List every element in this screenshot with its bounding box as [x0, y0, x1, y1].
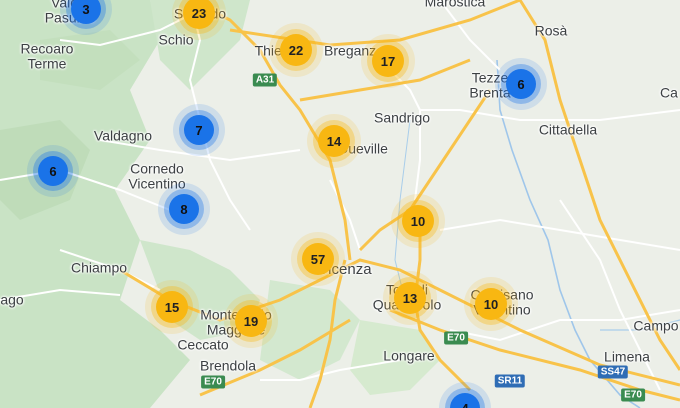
road-shield-e70-center: E70 — [444, 331, 468, 345]
place-valdagno: Valdagno — [93, 127, 153, 144]
place-recoaro: Recoaro Terme — [20, 40, 74, 71]
cluster-marker-montecchio[interactable]: 19 — [235, 305, 267, 337]
cluster-marker-west[interactable]: 6 — [38, 156, 68, 186]
place-cornedo: Cornedo Vicentino — [128, 160, 186, 191]
place-sandrigo: Sandrigo — [373, 109, 431, 126]
place-longare: Longare — [383, 347, 435, 364]
map[interactable]: ValdelPasubio Sarcedo Schio Thiene Brega… — [0, 0, 680, 408]
place-schio: Schio — [158, 31, 194, 48]
road-shield-e70-west: E70 — [201, 375, 225, 389]
cluster-marker-camisano[interactable]: 10 — [475, 288, 507, 320]
cluster-marker-vicenza[interactable]: 57 — [302, 243, 334, 275]
cluster-marker-montecchio-west[interactable]: 15 — [156, 291, 188, 323]
cluster-marker-tezze[interactable]: 6 — [506, 69, 536, 99]
map-base — [0, 0, 680, 408]
road-shield-sr11: SR11 — [494, 374, 526, 388]
cluster-marker-thiene[interactable]: 22 — [280, 34, 312, 66]
place-tezze: Tezze Brenta — [469, 69, 511, 100]
place-rosa: Rosà — [534, 22, 568, 39]
place-limena: Limena — [604, 348, 650, 365]
cluster-marker-breganze[interactable]: 17 — [372, 45, 404, 77]
place-ceccato: Ceccato — [177, 336, 229, 353]
place-chiampo: Chiampo — [70, 259, 128, 276]
cluster-marker-cornedo[interactable]: 8 — [169, 194, 199, 224]
cluster-marker-torri[interactable]: 13 — [394, 282, 426, 314]
place-marostica: Marostica — [424, 0, 486, 10]
cluster-marker-dueville[interactable]: 14 — [318, 125, 350, 157]
road-shield-e70-east: E70 — [621, 388, 645, 402]
road-shield-a31: A31 — [252, 73, 278, 87]
place-cittadella: Cittadella — [538, 121, 598, 138]
road-shield-ss47: SS47 — [597, 365, 629, 379]
place-ca: Ca — [660, 84, 678, 101]
cluster-marker-valdagno[interactable]: 7 — [184, 115, 214, 145]
place-arzignano: ago — [0, 291, 24, 308]
cluster-marker-bolzano[interactable]: 10 — [402, 205, 434, 237]
place-brendola: Brendola — [199, 357, 257, 374]
place-campo: Campo — [633, 317, 679, 334]
